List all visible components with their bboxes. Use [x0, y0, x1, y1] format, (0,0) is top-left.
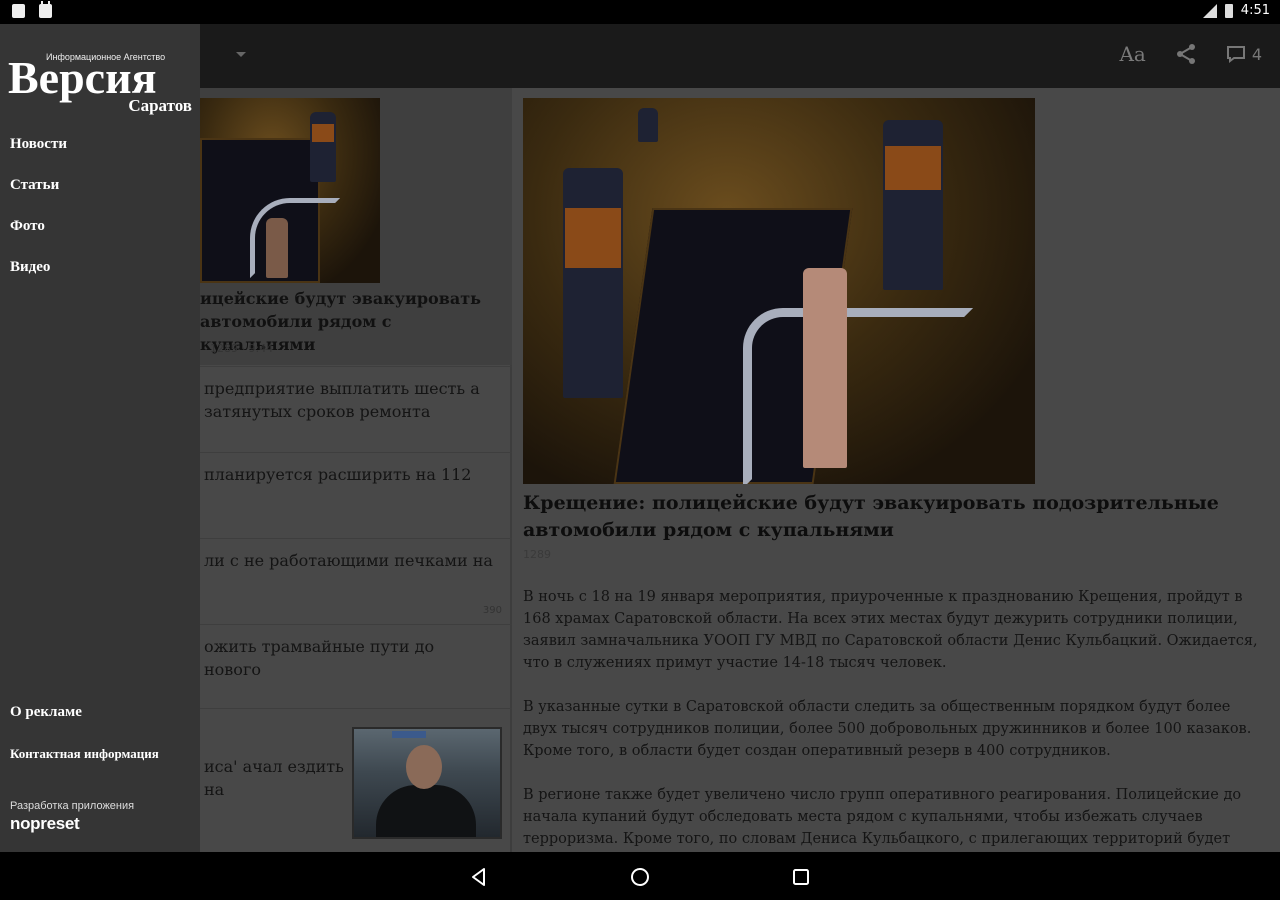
font-size-button[interactable]: Aa [1119, 42, 1145, 66]
nav-item-advertising[interactable]: О рекламе [10, 704, 82, 721]
comment-count: 4 [1251, 44, 1262, 64]
nav-item-video[interactable]: Видео [10, 255, 67, 296]
featured-thumbnail [200, 98, 380, 283]
list-item-title: ли с не работающими печками на [204, 551, 493, 570]
developer-logo[interactable]: nopreset [10, 814, 80, 834]
list-item-title: иса' ачал ездить на [204, 757, 344, 799]
battery-icon [1224, 3, 1233, 18]
comment-icon [1226, 46, 1245, 63]
list-item-title: ожить трамвайные пути до нового [204, 637, 435, 679]
clipboard-icon [12, 4, 25, 18]
clock: 4:51 [1240, 3, 1270, 18]
list-item-thumbnail [352, 727, 502, 839]
article-hero-image [523, 98, 1035, 484]
article-paragraph: В указанные сутки в Саратовской области … [523, 699, 1252, 759]
article-paragraph: В ночь с 18 на 19 января мероприятия, пр… [523, 589, 1258, 671]
list-item-title: планируется расширить на 112 [204, 465, 472, 484]
back-icon[interactable] [468, 866, 490, 888]
system-nav-bar [0, 852, 1280, 900]
featured-meta: 1289 · 9:44 [210, 342, 274, 355]
article-views: 1289 [523, 548, 551, 561]
dropdown-arrow-icon[interactable] [236, 52, 246, 57]
article-paragraph: В регионе также будет увеличено число гр… [523, 787, 1242, 847]
signal-icon [1202, 3, 1217, 18]
drawer-nav: Новости Статьи Фото Видео [10, 132, 67, 296]
nav-item-contacts[interactable]: Контактная информация [10, 746, 159, 762]
article-title: Крещение: полицейские будут эвакуировать… [523, 492, 1219, 541]
list-item-count: 390 [482, 605, 502, 616]
android-icon [39, 1, 52, 18]
nav-item-news[interactable]: Новости [10, 132, 67, 173]
logo-tagline: Информационное Агентство [46, 52, 166, 62]
article-view: Крещение: полицейские будут эвакуировать… [514, 88, 1280, 852]
developer-label: Разработка приложения [10, 800, 135, 812]
home-icon[interactable] [629, 866, 651, 888]
navigation-drawer: Версия Информационное Агентство Саратов … [0, 24, 200, 852]
brand-logo[interactable]: Версия Информационное Агентство Саратов [8, 52, 194, 122]
recents-icon[interactable] [790, 866, 812, 888]
comments-button[interactable]: 4 [1226, 45, 1262, 64]
status-bar: 4:51 [0, 0, 1280, 24]
nav-item-photo[interactable]: Фото [10, 214, 67, 255]
share-icon[interactable] [1174, 42, 1198, 66]
logo-city: Саратов [128, 96, 192, 115]
nav-item-articles[interactable]: Статьи [10, 173, 67, 214]
list-item-title: предприятие выплатить шесть а затянутых … [204, 379, 480, 421]
